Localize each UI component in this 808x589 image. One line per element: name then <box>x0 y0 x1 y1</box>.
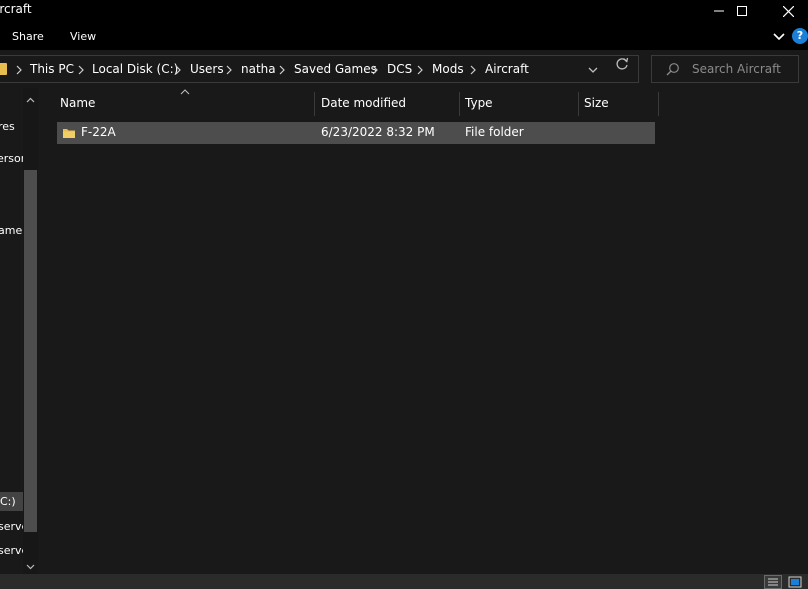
breadcrumb-separator-icon[interactable] <box>278 65 286 75</box>
breadcrumb-dcs[interactable]: DCS <box>387 62 412 76</box>
breadcrumb-separator-icon[interactable] <box>416 65 424 75</box>
refresh-icon[interactable] <box>614 56 630 72</box>
tab-view[interactable]: View <box>70 30 96 43</box>
navigation-scrollbar[interactable] <box>23 88 38 574</box>
tab-share[interactable]: Share <box>12 30 44 43</box>
column-header-date-modified[interactable]: Date modified <box>316 92 460 116</box>
breadcrumb-separator-icon[interactable] <box>174 65 182 75</box>
column-header-date-label: Date modified <box>321 96 407 110</box>
column-header-size[interactable]: Size <box>579 92 659 116</box>
large-icons-view-icon[interactable] <box>786 575 804 589</box>
file-list: Name Date modified Type Size F-22A 6/23/… <box>40 88 808 574</box>
file-type: File folder <box>465 125 524 139</box>
search-box[interactable] <box>651 55 799 83</box>
search-input[interactable] <box>692 60 796 78</box>
breadcrumb-separator-icon[interactable] <box>371 65 379 75</box>
column-header-type[interactable]: Type <box>460 92 579 116</box>
breadcrumb-separator-icon[interactable] <box>469 65 477 75</box>
nav-item[interactable]: res <box>0 120 15 133</box>
file-name: F-22A <box>81 125 116 139</box>
window-title: ircraft <box>0 2 32 16</box>
status-bar <box>0 574 808 589</box>
scroll-up-icon[interactable] <box>26 96 35 105</box>
column-header-name[interactable]: Name <box>55 92 315 116</box>
address-dropdown-icon[interactable] <box>587 64 599 76</box>
ribbon: Share View ? <box>0 22 808 50</box>
close-button[interactable] <box>765 0 808 22</box>
address-bar[interactable]: This PC Local Disk (C:) Users natha Save… <box>0 55 639 83</box>
breadcrumb-separator-icon[interactable] <box>15 65 23 75</box>
search-icon <box>666 63 679 76</box>
breadcrumb-this-pc[interactable]: This PC <box>30 62 74 76</box>
help-icon[interactable]: ? <box>792 28 808 44</box>
breadcrumb-mods[interactable]: Mods <box>432 62 464 76</box>
column-header-name-label: Name <box>60 96 96 110</box>
details-view-icon[interactable] <box>764 575 782 589</box>
breadcrumb-aircraft[interactable]: Aircraft <box>485 62 529 76</box>
breadcrumb-saved-games[interactable]: Saved Games <box>294 62 377 76</box>
maximize-button[interactable] <box>719 0 765 22</box>
breadcrumb-separator-icon[interactable] <box>77 65 85 75</box>
scroll-down-icon[interactable] <box>26 562 35 571</box>
scrollbar-thumb[interactable] <box>24 170 37 532</box>
column-header-type-label: Type <box>465 96 493 110</box>
breadcrumb-local-disk[interactable]: Local Disk (C:) <box>92 62 178 76</box>
file-explorer-window: ircraft Share View ? This PC Local Disk … <box>0 0 808 589</box>
folder-icon <box>63 129 75 138</box>
breadcrumb-separator-icon[interactable] <box>225 65 233 75</box>
table-row[interactable]: F-22A 6/23/2022 8:32 PM File folder <box>57 122 655 144</box>
breadcrumb-users[interactable]: Users <box>190 62 224 76</box>
close-icon <box>782 5 794 17</box>
expand-ribbon-icon[interactable] <box>772 30 786 44</box>
address-row: This PC Local Disk (C:) Users natha Save… <box>0 50 808 88</box>
title-bar[interactable]: ircraft <box>0 0 808 22</box>
breadcrumb-natha[interactable]: natha <box>241 62 276 76</box>
file-date-modified: 6/23/2022 8:32 PM <box>321 125 435 139</box>
column-header-size-label: Size <box>584 96 609 110</box>
folder-icon <box>0 63 7 75</box>
maximize-icon <box>737 6 747 16</box>
